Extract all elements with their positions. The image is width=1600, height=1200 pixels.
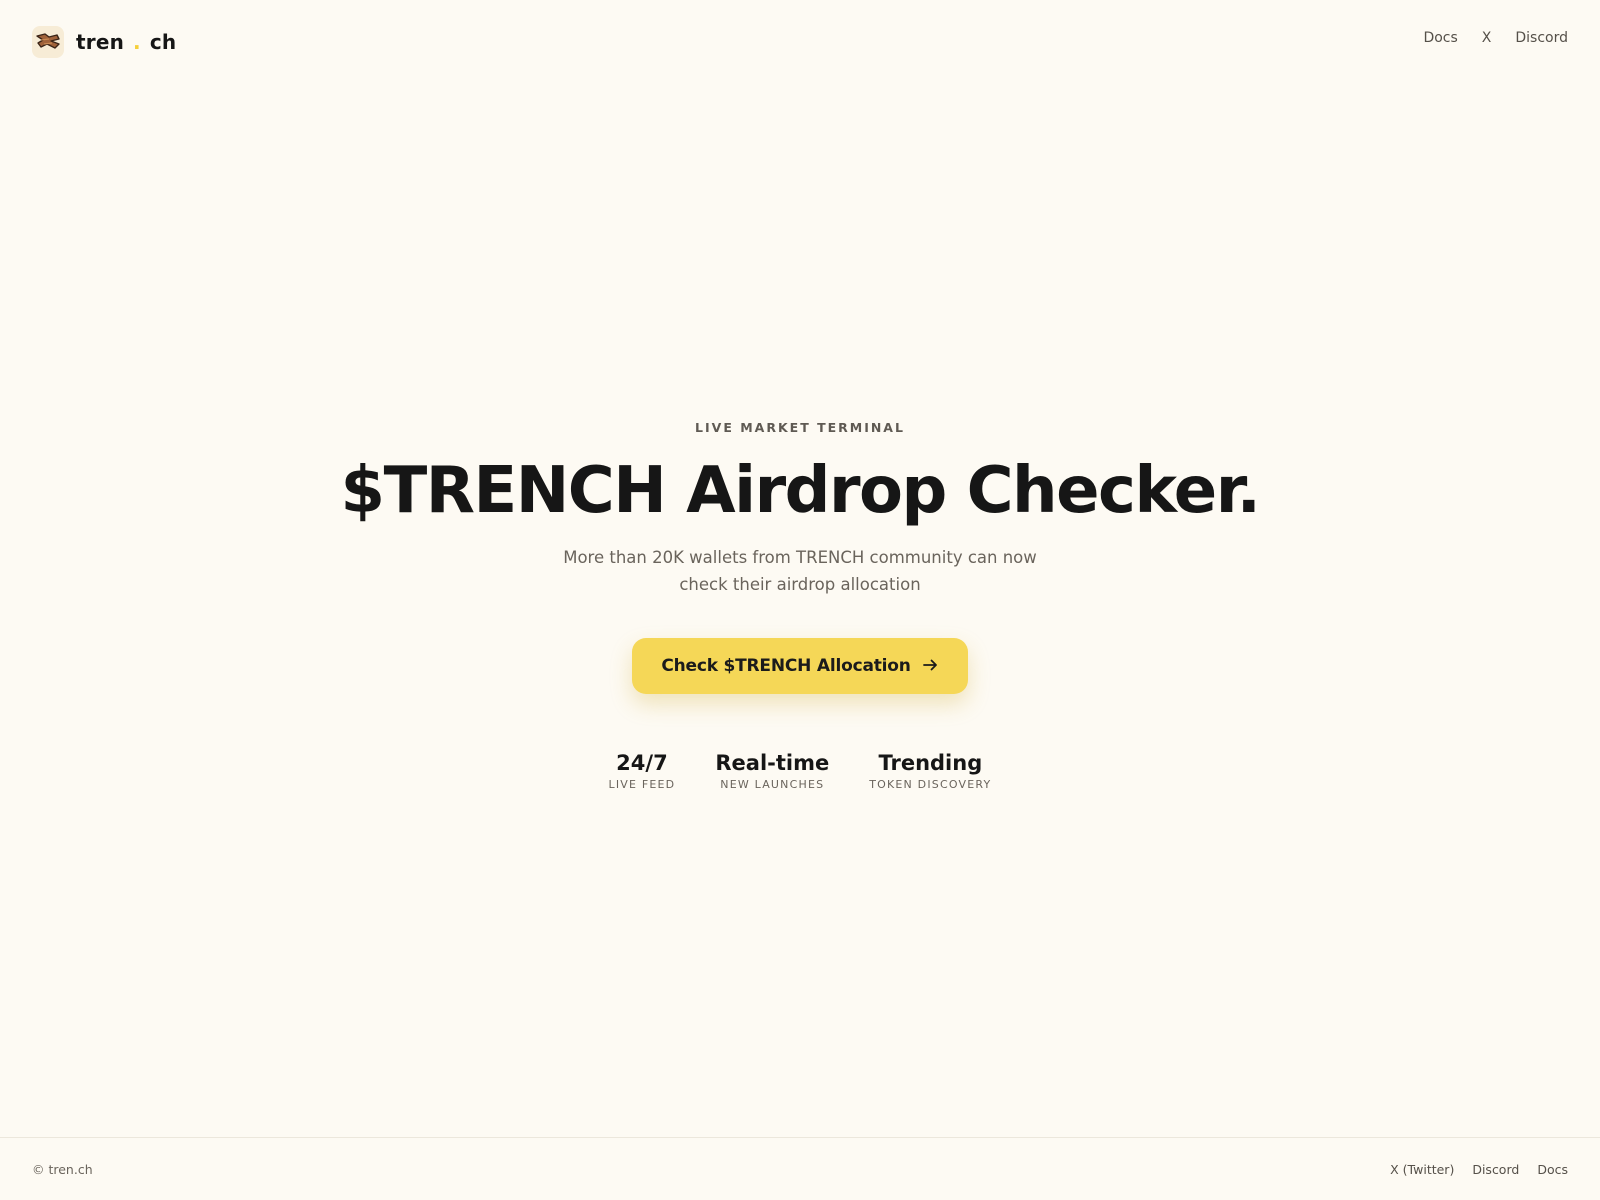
site-footer: © tren.ch X (Twitter) Discord Docs [0, 1137, 1600, 1200]
site-header: tren . ch Docs X Discord [0, 0, 1600, 82]
hero-eyebrow: LIVE MARKET TERMINAL [695, 420, 905, 435]
page: tren . ch Docs X Discord LIVE MARKET TER… [0, 0, 1600, 1200]
stat-token-discovery: Trending TOKEN DISCOVERY [869, 750, 991, 791]
footer-docs-link[interactable]: Docs [1537, 1162, 1568, 1177]
brand-dot: . [133, 30, 141, 54]
stat-label: NEW LAUNCHES [720, 778, 825, 791]
hero-title: $TRENCH Airdrop Checker. [340, 454, 1261, 528]
footer-discord-link[interactable]: Discord [1472, 1162, 1519, 1177]
stat-value: Trending [878, 751, 983, 775]
stats-row: 24/7 LIVE FEED Real-time NEW LAUNCHES Tr… [0, 750, 1600, 791]
stat-value: Real-time [715, 751, 830, 775]
check-allocation-button[interactable]: Check $TRENCH Allocation [632, 638, 968, 694]
brand-text-left: tren [76, 30, 125, 54]
nav-docs-link[interactable]: Docs [1423, 30, 1457, 46]
nav-x-link[interactable]: X [1482, 30, 1492, 46]
footer-x-twitter-link[interactable]: X (Twitter) [1390, 1162, 1454, 1177]
brand-home-link[interactable]: tren . ch [32, 25, 176, 59]
stat-value: 24/7 [616, 751, 668, 775]
trench-logo-icon [32, 26, 64, 58]
brand-text-right: ch [149, 30, 177, 54]
stat-new-launches: Real-time NEW LAUNCHES [715, 750, 829, 791]
stat-label: TOKEN DISCOVERY [869, 778, 992, 791]
nav-discord-link[interactable]: Discord [1515, 30, 1568, 46]
brand-wordmark: tren . ch [76, 30, 176, 54]
hero-subtitle: More than 20K wallets from TRENCH commun… [563, 548, 1037, 594]
check-allocation-label: Check $TRENCH Allocation [661, 656, 911, 676]
stat-label: LIVE FEED [608, 778, 676, 791]
stat-live-feed: 24/7 LIVE FEED [609, 750, 676, 791]
top-nav: Docs X Discord [1423, 30, 1568, 46]
footer-copyright: © tren.ch [32, 1162, 93, 1177]
arrow-right-icon [922, 657, 939, 676]
footer-links: X (Twitter) Discord Docs [1390, 1162, 1568, 1177]
hero-section: LIVE MARKET TERMINAL $TRENCH Airdrop Che… [0, 420, 1600, 791]
